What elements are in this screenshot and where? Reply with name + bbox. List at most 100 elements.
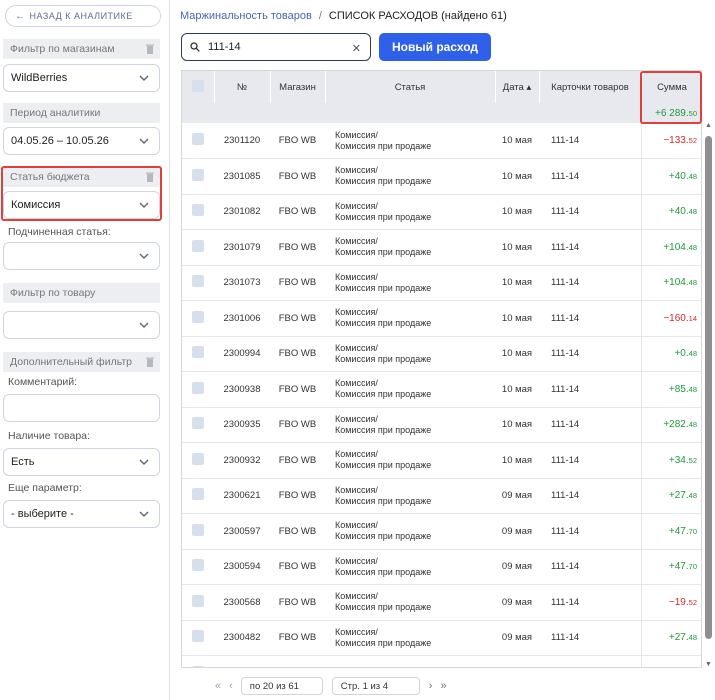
row-shop: FBO WB <box>270 194 325 230</box>
clear-icon[interactable]: ✕ <box>352 42 361 55</box>
row-num[interactable]: 2300932 <box>214 442 270 479</box>
col-cards[interactable]: Карточки товаров <box>539 71 642 103</box>
col-sum[interactable]: Сумма <box>641 71 701 103</box>
row-sum-int: +27. <box>668 632 689 644</box>
table-row[interactable]: 2300621 FBO WB Комиссия/Комиссия при прода… <box>182 478 701 514</box>
row-checkbox[interactable] <box>192 168 204 181</box>
trash-icon[interactable] <box>146 357 154 367</box>
row-checkbox[interactable] <box>192 239 204 252</box>
row-num[interactable]: 2300938 <box>214 371 270 408</box>
row-num[interactable] <box>214 655 270 667</box>
row-num[interactable]: 2301120 <box>214 123 270 159</box>
table-row[interactable]: 2300938 FBO WB Комиссия/Комиссия при прода… <box>182 371 701 408</box>
row-num[interactable]: 2300994 <box>214 336 270 372</box>
row-checkbox[interactable] <box>192 559 204 572</box>
row-checkbox[interactable] <box>192 488 204 501</box>
table-row[interactable]: 2301085 FBO WB Комиссия/Комиссия при прода… <box>182 158 701 195</box>
row-sum-dec: 48 <box>688 242 697 252</box>
table-row[interactable]: 2300568 FBO WB Комиссия/Комиссия при прода… <box>182 584 701 621</box>
row-card: 111-14 <box>539 442 641 479</box>
row-article-category: Комиссия/ <box>335 271 378 282</box>
row-checkbox[interactable] <box>192 523 204 536</box>
scroll-up-icon[interactable]: ▲ <box>705 122 712 129</box>
scroll-down-icon[interactable]: ▼ <box>705 661 712 668</box>
store-select-value: WildBerries <box>11 72 68 84</box>
period-label: Период аналитики <box>10 107 101 119</box>
next-page-icon[interactable]: › <box>429 680 433 692</box>
product-select[interactable] <box>3 311 160 339</box>
row-article-sub: Комиссия при продаже <box>335 247 432 258</box>
row-date: 10 мая <box>495 123 539 159</box>
search-box[interactable]: ✕ <box>181 33 371 61</box>
row-checkbox[interactable] <box>192 346 204 359</box>
first-page-icon[interactable]: « <box>215 680 221 692</box>
table-row[interactable]: 2301006 FBO WB Комиссия/Комиссия при прода… <box>182 300 701 337</box>
table-row[interactable]: 2301073 FBO WB Комиссия/Комиссия при прода… <box>182 265 701 301</box>
table-row[interactable]: Комиссия/ <box>182 655 701 667</box>
row-num[interactable]: 2301085 <box>214 158 270 195</box>
param-select[interactable]: - выберите - <box>3 500 160 528</box>
row-checkbox[interactable] <box>192 452 204 465</box>
table-row[interactable]: 2300994 FBO WB Комиссия/Комиссия при прода… <box>182 336 701 372</box>
row-checkbox[interactable] <box>192 381 204 394</box>
row-checkbox[interactable] <box>192 630 204 643</box>
table-row[interactable]: 2300597 FBO WB Комиссия/Комиссия при прода… <box>182 513 701 550</box>
row-shop: FBO WB <box>270 513 325 550</box>
row-checkbox[interactable] <box>192 133 204 145</box>
col-article[interactable]: Статья <box>325 71 496 103</box>
row-checkbox[interactable] <box>192 310 204 323</box>
table-row[interactable]: 2300594 FBO WB Комиссия/Комиссия при прода… <box>182 549 701 585</box>
row-num[interactable]: 2301006 <box>214 300 270 337</box>
last-page-icon[interactable]: » <box>440 680 446 692</box>
row-article-category: Комиссия/ <box>335 626 378 637</box>
trash-icon[interactable] <box>146 44 154 54</box>
store-select[interactable]: WildBerries <box>3 64 160 92</box>
row-article-category: Комиссия/ <box>335 200 378 211</box>
table-row[interactable]: 2300932 FBO WB Комиссия/Комиссия при прода… <box>182 442 701 479</box>
row-num[interactable]: 2300594 <box>214 549 270 585</box>
row-date: 09 мая <box>495 478 539 514</box>
prev-page-icon[interactable]: ‹ <box>229 680 233 692</box>
row-checkbox[interactable] <box>192 204 204 217</box>
period-select[interactable]: 04.05.26 – 10.05.26 <box>3 127 160 155</box>
row-article-category: Комиссия/ <box>335 378 378 389</box>
table-row[interactable]: 2301120 FBO WB Комиссия/Комиссия при прода… <box>182 123 701 159</box>
row-checkbox[interactable] <box>192 275 204 288</box>
row-num[interactable]: 2301073 <box>214 265 270 301</box>
row-num[interactable]: 2300597 <box>214 513 270 550</box>
row-num[interactable]: 2300568 <box>214 584 270 621</box>
select-all-checkbox[interactable] <box>191 79 204 92</box>
scroll-thumb[interactable] <box>705 136 712 639</box>
table-row[interactable]: 2300482 FBO WB Комиссия/Комиссия при прода… <box>182 620 701 656</box>
availability-select[interactable]: Есть <box>3 448 160 476</box>
comment-input[interactable] <box>3 394 160 422</box>
new-expense-button[interactable]: Новый расход <box>379 33 491 61</box>
trash-icon[interactable] <box>146 172 154 182</box>
row-checkbox[interactable] <box>192 417 204 430</box>
row-article: Комиссия/Комиссия при продаже <box>325 265 495 301</box>
row-num[interactable]: 2301079 <box>214 229 270 266</box>
col-shop[interactable]: Магазин <box>270 71 326 103</box>
table-row[interactable]: 2300935 FBO WB Комиссия/Комиссия при прода… <box>182 407 701 443</box>
page-number-select[interactable]: Стр. 1 из 4 <box>331 677 420 695</box>
row-checkbox[interactable] <box>192 665 204 667</box>
row-checkbox[interactable] <box>192 594 204 607</box>
budget-select[interactable]: Комиссия <box>3 191 160 219</box>
back-button-label: НАЗАД К АНАЛИТИКЕ <box>29 11 133 21</box>
row-num[interactable]: 2300621 <box>214 478 270 514</box>
table-row[interactable]: 2301079 FBO WB Комиссия/Комиссия при прода… <box>182 229 701 266</box>
row-date: 09 мая <box>495 513 539 550</box>
row-num[interactable]: 2300935 <box>214 407 270 443</box>
back-to-analytics-button[interactable]: ← НАЗАД К АНАЛИТИКЕ <box>5 5 161 27</box>
table-row[interactable]: 2301082 FBO WB Комиссия/Комиссия при прода… <box>182 194 701 230</box>
row-card: 111-14 <box>539 584 641 621</box>
row-num[interactable]: 2300482 <box>214 620 270 656</box>
vertical-scrollbar[interactable]: ▲ ▼ <box>704 122 713 668</box>
row-num[interactable]: 2301082 <box>214 194 270 230</box>
col-date[interactable]: Дата ▴ <box>495 71 540 103</box>
page-size-select[interactable]: по 20 из 61 <box>240 677 323 695</box>
col-num[interactable]: № <box>214 71 271 103</box>
breadcrumb-link-margin[interactable]: Маржинальность товаров <box>180 10 312 22</box>
sub-article-select[interactable] <box>3 242 160 270</box>
search-input[interactable] <box>208 41 338 53</box>
